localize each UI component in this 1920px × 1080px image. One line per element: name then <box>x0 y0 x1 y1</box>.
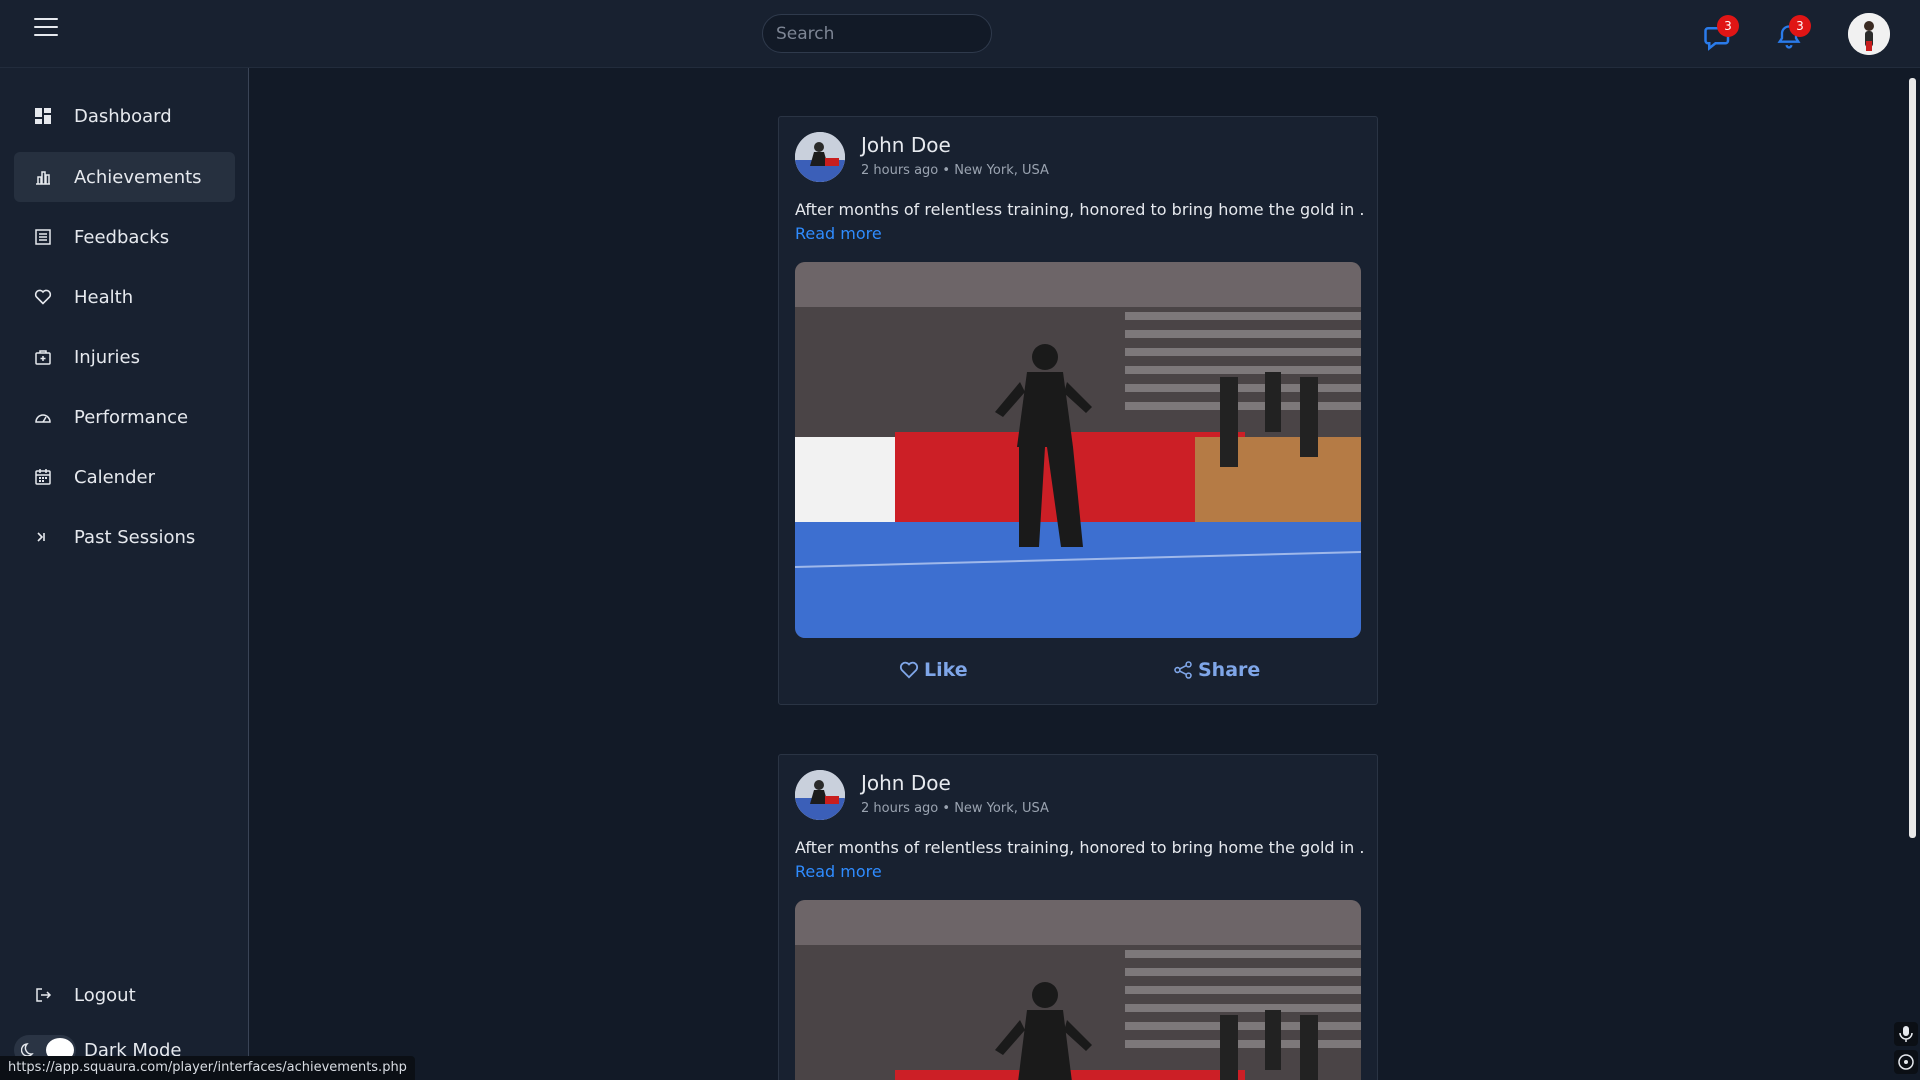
author-avatar[interactable] <box>795 770 845 820</box>
sidebar-item-dashboard[interactable]: Dashboard <box>14 91 235 141</box>
share-button[interactable]: Share <box>1173 659 1260 681</box>
scroll-thumb[interactable] <box>1909 78 1916 838</box>
page-scrollbar[interactable] <box>1904 68 1920 1080</box>
sidebar-item-achievements[interactable]: Achievements <box>14 152 235 202</box>
sidebar-item-health[interactable]: Health <box>14 272 235 322</box>
sidebar-item-feedbacks[interactable]: Feedbacks <box>14 212 235 262</box>
first-aid-icon <box>35 350 51 365</box>
sidebar-item-calender[interactable]: Calender <box>14 452 235 502</box>
messages-badge: 3 <box>1717 15 1739 37</box>
dashboard-icon <box>35 108 51 124</box>
author-avatar[interactable] <box>795 132 845 182</box>
author-name[interactable]: John Doe <box>861 771 951 795</box>
top-bar: 3 3 <box>0 0 1920 68</box>
user-photo-icon <box>1848 13 1890 55</box>
sidebar: Dashboard Achievements Feedbacks Health … <box>0 68 249 1080</box>
chat-assist-button[interactable] <box>1894 1050 1918 1074</box>
read-more-link[interactable]: Read more <box>795 224 882 243</box>
sidebar-item-label: Past Sessions <box>74 526 196 548</box>
sidebar-item-label: Dashboard <box>74 105 172 127</box>
sidebar-item-performance[interactable]: Performance <box>14 392 235 442</box>
gauge-icon <box>35 414 51 423</box>
sidebar-item-past-sessions[interactable]: Past Sessions <box>14 512 235 562</box>
author-name[interactable]: John Doe <box>861 133 951 157</box>
martial-arts-photo <box>795 900 1361 1080</box>
profile-avatar[interactable] <box>1848 13 1890 55</box>
like-button[interactable]: Like <box>899 659 968 681</box>
like-label: Like <box>924 659 968 681</box>
messages-button[interactable]: 3 <box>1703 15 1739 51</box>
post-text: After months of relentless training, hon… <box>795 838 1363 857</box>
calendar-icon <box>35 469 51 485</box>
menu-icon[interactable] <box>34 18 58 38</box>
notifications-badge: 3 <box>1789 15 1811 37</box>
status-bar-url: https://app.squaura.com/player/interface… <box>0 1056 415 1080</box>
sidebar-item-injuries[interactable]: Injuries <box>14 332 235 382</box>
sidebar-item-label: Feedbacks <box>74 226 170 248</box>
heart-icon <box>34 289 52 305</box>
bar-chart-icon <box>36 171 50 185</box>
sidebar-item-label: Achievements <box>74 166 202 188</box>
logout-icon <box>36 988 52 1002</box>
author-photo-icon <box>795 132 845 182</box>
share-label: Share <box>1198 659 1261 681</box>
post-meta: 2 hours ago • New York, USA <box>861 801 1049 816</box>
post-photo[interactable] <box>795 900 1361 1080</box>
mic-button[interactable] <box>1894 1022 1918 1046</box>
sidebar-item-label: Injuries <box>74 346 140 368</box>
sidebar-item-label: Calender <box>74 466 155 488</box>
list-icon <box>35 229 51 245</box>
post-meta: 2 hours ago • New York, USA <box>861 163 1049 178</box>
sidebar-item-label: Health <box>74 286 134 308</box>
author-photo-icon <box>795 770 845 820</box>
sidebar-item-label: Performance <box>74 406 189 428</box>
chevrons-right-icon <box>37 532 45 542</box>
read-more-link[interactable]: Read more <box>795 862 882 881</box>
logout-label: Logout <box>74 984 136 1006</box>
search-input[interactable] <box>762 14 992 53</box>
post-text: After months of relentless training, hon… <box>795 200 1363 219</box>
assistant-icon <box>1898 1054 1914 1070</box>
notifications-button[interactable]: 3 <box>1775 15 1811 50</box>
post-card: John Doe 2 hours ago • New York, USA Aft… <box>778 754 1378 1080</box>
heart-icon <box>899 661 919 679</box>
post-photo[interactable] <box>795 262 1361 638</box>
post-card: John Doe 2 hours ago • New York, USA Aft… <box>778 116 1378 705</box>
logout-button[interactable]: Logout <box>14 970 235 1020</box>
share-icon <box>1174 661 1192 679</box>
microphone-icon <box>1899 1026 1913 1042</box>
martial-arts-photo <box>795 262 1361 638</box>
